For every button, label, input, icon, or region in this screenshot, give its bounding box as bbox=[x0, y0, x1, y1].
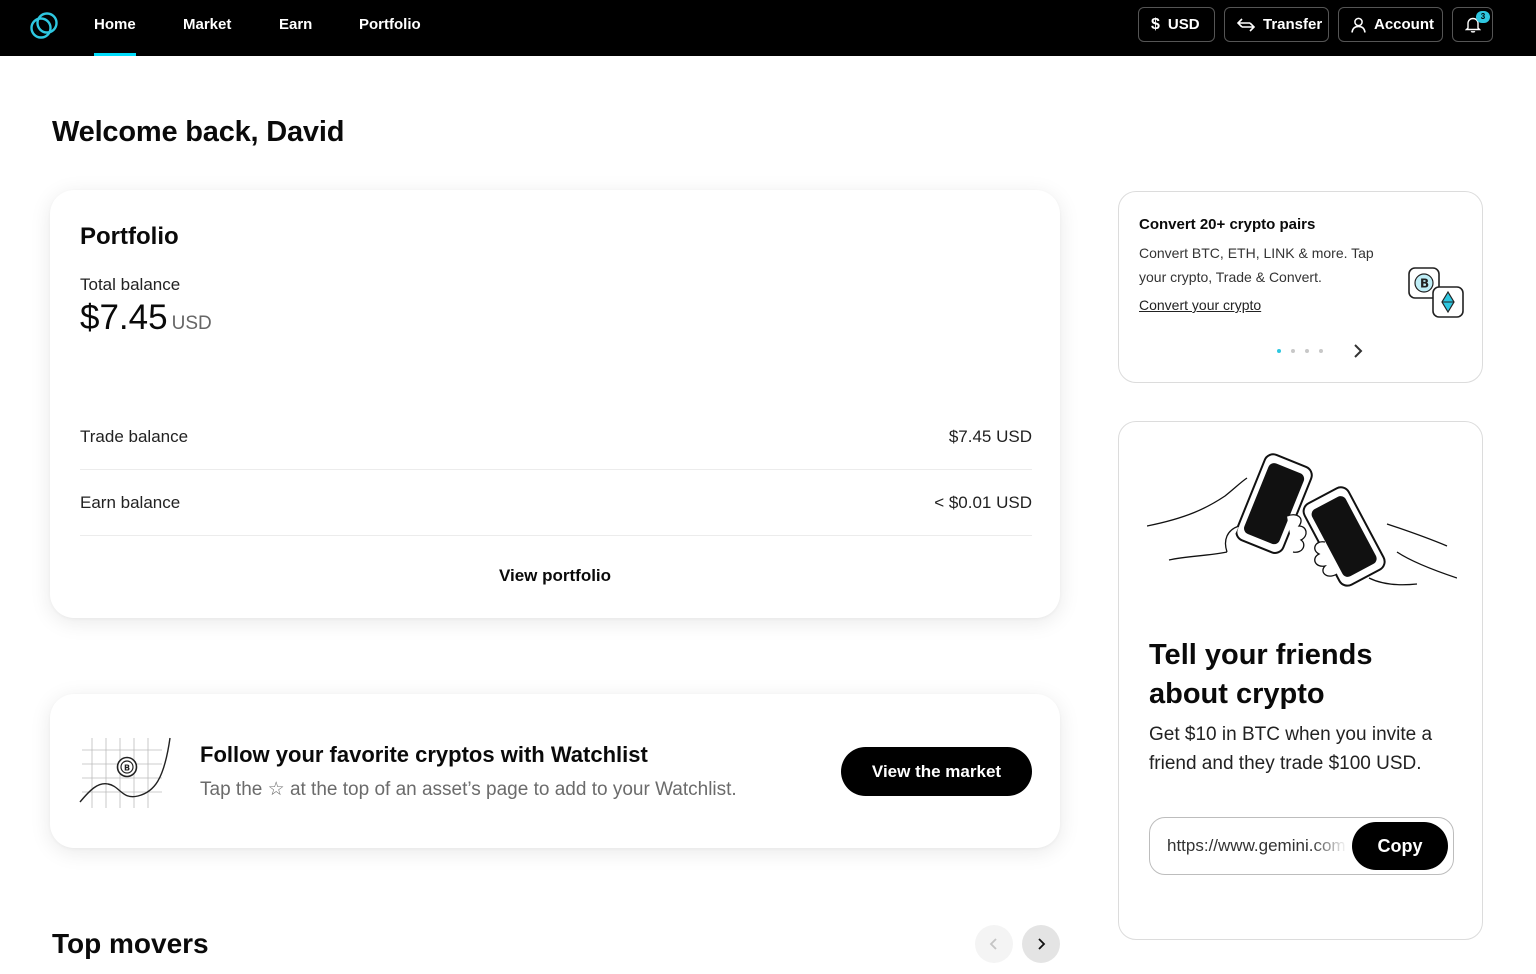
currency-button[interactable]: $ USD bbox=[1138, 7, 1215, 42]
carousel-dot[interactable] bbox=[1291, 349, 1295, 353]
earn-balance-row: Earn balance < $0.01 USD bbox=[80, 470, 1032, 536]
transfer-arrows-icon bbox=[1237, 17, 1255, 32]
view-portfolio-label[interactable]: View portfolio bbox=[499, 566, 611, 585]
trade-balance-label: Trade balance bbox=[80, 426, 189, 446]
svg-text:B: B bbox=[1420, 277, 1429, 291]
view-portfolio-link[interactable]: View portfolio bbox=[50, 566, 1060, 586]
trade-balance-row: Trade balance $7.45 USD bbox=[80, 404, 1032, 470]
nav-market[interactable]: Market bbox=[183, 0, 231, 56]
carousel-dot[interactable] bbox=[1319, 349, 1323, 353]
phones-handshake-illustration bbox=[1147, 453, 1457, 587]
watchlist-subtitle: Tap the ☆ at the top of an asset’s page … bbox=[200, 778, 737, 801]
convert-promo-text: Convert BTC, ETH, LINK & more. Tap your … bbox=[1139, 245, 1374, 285]
notifications-button[interactable]: 3 bbox=[1452, 7, 1493, 42]
watchlist-chart-illustration: B bbox=[79, 737, 171, 808]
copy-button[interactable]: Copy bbox=[1352, 822, 1448, 870]
nav-home[interactable]: Home bbox=[94, 0, 136, 56]
convert-promo-card: Convert 20+ crypto pairs Convert BTC, ET… bbox=[1118, 191, 1483, 383]
total-balance-amount: $7.45 bbox=[80, 298, 168, 337]
nav-portfolio[interactable]: Portfolio bbox=[359, 0, 421, 56]
account-button[interactable]: Account bbox=[1338, 7, 1443, 42]
top-movers-next-button[interactable] bbox=[1022, 925, 1060, 963]
total-balance-value: $7.45 USD bbox=[80, 298, 212, 338]
gemini-logo-icon[interactable] bbox=[29, 11, 59, 41]
svg-text:B: B bbox=[124, 764, 130, 773]
top-nav: Home Market Earn Portfolio $ USD Transfe… bbox=[0, 0, 1536, 56]
currency-label: USD bbox=[1167, 16, 1200, 33]
transfer-label: Transfer bbox=[1263, 16, 1323, 33]
watchlist-title: Follow your favorite cryptos with Watchl… bbox=[200, 742, 648, 767]
referral-text: Get $10 in BTC when you invite a friend … bbox=[1149, 724, 1433, 774]
carousel-dots bbox=[1277, 349, 1323, 353]
convert-crypto-link[interactable]: Convert your crypto bbox=[1139, 297, 1261, 313]
total-balance-unit: USD bbox=[171, 313, 212, 334]
top-movers-heading: Top movers bbox=[52, 928, 209, 959]
earn-balance-value: < $0.01 USD bbox=[934, 492, 1032, 512]
transfer-button[interactable]: Transfer bbox=[1224, 7, 1329, 42]
carousel-dot[interactable] bbox=[1305, 349, 1309, 353]
user-icon bbox=[1351, 17, 1366, 33]
star-icon: ☆ bbox=[267, 779, 285, 800]
earn-balance-label: Earn balance bbox=[80, 492, 181, 512]
watchlist-subtitle-start: Tap the bbox=[200, 779, 263, 800]
referral-card: Tell your friends about crypto Get $10 i… bbox=[1118, 421, 1483, 940]
view-market-button[interactable]: View the market bbox=[841, 747, 1032, 796]
watchlist-card: B Follow your favorite cryptos with Watc… bbox=[50, 694, 1060, 848]
account-label: Account bbox=[1374, 16, 1434, 33]
notification-badge: 3 bbox=[1476, 11, 1490, 23]
portfolio-card: Portfolio Total balance $7.45 USD Trade b… bbox=[50, 190, 1060, 618]
carousel-dot[interactable] bbox=[1277, 349, 1281, 353]
convert-promo-title: Convert 20+ crypto pairs bbox=[1139, 216, 1316, 233]
portfolio-title: Portfolio bbox=[80, 223, 179, 250]
welcome-heading: Welcome back, David bbox=[52, 116, 345, 148]
trade-balance-value: $7.45 USD bbox=[948, 426, 1032, 446]
nav-earn[interactable]: Earn bbox=[279, 0, 312, 56]
referral-url[interactable]: https://www.gemini.com bbox=[1167, 818, 1347, 874]
carousel-next-icon[interactable] bbox=[1351, 343, 1365, 359]
dollar-icon: $ bbox=[1151, 15, 1160, 33]
chevron-left-icon bbox=[989, 938, 997, 950]
total-balance-label: Total balance bbox=[80, 275, 181, 294]
chevron-right-icon bbox=[1038, 938, 1046, 950]
top-movers-prev-button[interactable] bbox=[975, 925, 1013, 963]
referral-title: Tell your friends about crypto bbox=[1149, 639, 1373, 710]
crypto-convert-icon: B bbox=[1408, 267, 1464, 318]
watchlist-subtitle-end: at the top of an asset’s page to add to … bbox=[289, 779, 737, 800]
referral-link-field[interactable]: https://www.gemini.com Copy bbox=[1149, 817, 1454, 875]
